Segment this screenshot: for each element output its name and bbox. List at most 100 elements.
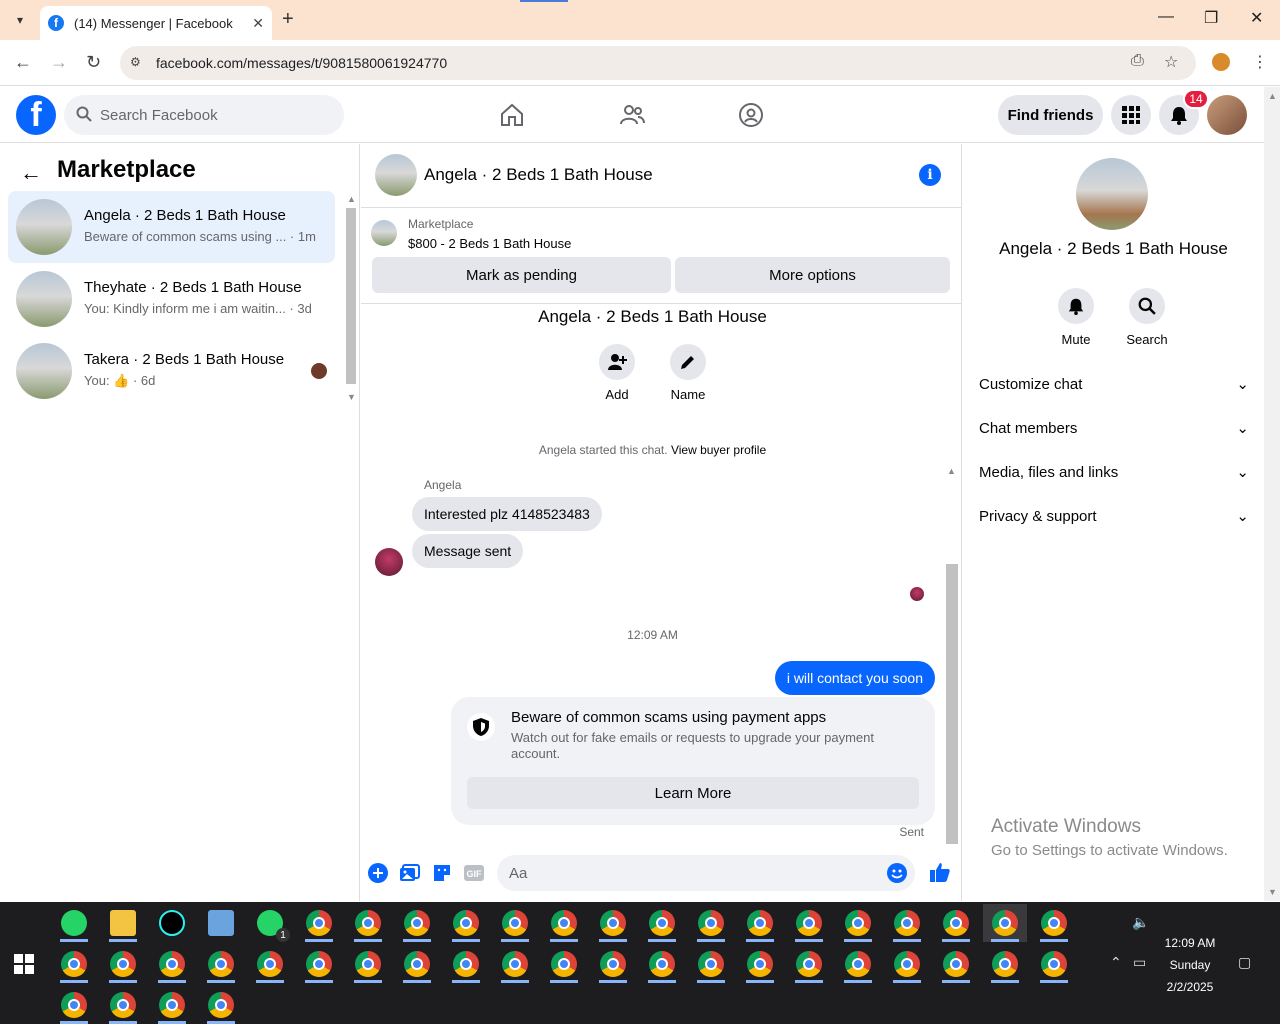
scroll-thumb[interactable] <box>946 564 958 844</box>
chrome-taskbar-icon[interactable] <box>934 904 978 942</box>
chrome-taskbar-icon[interactable] <box>640 945 684 983</box>
chrome-taskbar-icon[interactable] <box>689 904 733 942</box>
tab-search-dropdown-icon[interactable]: ▾ <box>8 8 32 32</box>
whatsapp-business-icon[interactable]: 1 <box>248 904 292 942</box>
view-buyer-profile-link[interactable]: View buyer profile <box>671 443 766 457</box>
chrome-taskbar-icon[interactable] <box>101 986 145 1024</box>
facebook-logo-icon[interactable]: f <box>16 95 56 135</box>
search-chat-action[interactable]: Search <box>1117 288 1177 347</box>
chrome-taskbar-icon[interactable] <box>885 904 929 942</box>
chrome-taskbar-icon[interactable] <box>983 945 1027 983</box>
add-people-action[interactable]: Add <box>587 344 647 402</box>
file-explorer-icon[interactable] <box>101 904 145 942</box>
reload-icon[interactable]: ↻ <box>86 52 101 73</box>
chrome-taskbar-icon[interactable] <box>1032 904 1076 942</box>
list-scrollbar[interactable]: ▲ ▼ <box>344 192 358 406</box>
chrome-taskbar-icon[interactable] <box>836 945 880 983</box>
listing-mini-thumbnail[interactable] <box>371 220 397 246</box>
chrome-taskbar-icon[interactable] <box>738 945 782 983</box>
taskbar-clock[interactable]: 12:09 AM Sunday 2/2/2025 <box>1150 932 1230 998</box>
find-friends-button[interactable]: Find friends <box>998 95 1103 135</box>
chrome-taskbar-icon[interactable] <box>444 945 488 983</box>
chrome-taskbar-icon[interactable] <box>640 904 684 942</box>
scroll-up-icon[interactable]: ▲ <box>947 466 956 476</box>
media-files-links-row[interactable]: Media, files and links ⌄ <box>979 452 1249 492</box>
new-tab-icon[interactable]: + <box>282 8 294 31</box>
chrome-taskbar-icon[interactable] <box>542 904 586 942</box>
chrome-taskbar-icon[interactable] <box>199 986 243 1024</box>
chrome-taskbar-icon[interactable] <box>101 945 145 983</box>
privacy-support-row[interactable]: Privacy & support ⌄ <box>979 496 1249 536</box>
volume-icon[interactable]: 🔈 <box>1132 914 1149 931</box>
tiktok-icon[interactable] <box>150 904 194 942</box>
chrome-taskbar-icon[interactable] <box>52 945 96 983</box>
conversation-item[interactable]: Theyhate · 2 Beds 1 Bath House You: Kind… <box>8 263 335 335</box>
chrome-taskbar-icon[interactable] <box>787 945 831 983</box>
windows-start-icon[interactable] <box>14 954 34 974</box>
remote-desktop-icon[interactable] <box>199 904 243 942</box>
sticker-icon[interactable] <box>431 862 453 884</box>
emoji-icon[interactable] <box>887 863 907 883</box>
chrome-taskbar-icon[interactable] <box>1032 945 1076 983</box>
more-options-button[interactable]: More options <box>675 257 950 293</box>
outgoing-message[interactable]: i will contact you soon <box>774 661 935 695</box>
chrome-taskbar-icon[interactable] <box>493 945 537 983</box>
page-scrollbar[interactable]: ▲ ▼ <box>1264 87 1280 901</box>
chrome-taskbar-icon[interactable] <box>493 904 537 942</box>
message-input[interactable]: Aa <box>497 855 915 891</box>
chrome-taskbar-icon[interactable] <box>395 904 439 942</box>
info-icon[interactable]: i <box>919 164 941 186</box>
scroll-up-icon[interactable]: ▲ <box>347 194 356 204</box>
chrome-taskbar-icon[interactable] <box>542 945 586 983</box>
learn-more-button[interactable]: Learn More <box>467 777 919 809</box>
back-icon[interactable]: ← <box>14 52 32 73</box>
restore-icon[interactable]: ❐ <box>1204 8 1218 28</box>
chrome-taskbar-icon[interactable] <box>689 945 733 983</box>
menu-grid-icon[interactable] <box>1111 95 1151 135</box>
scroll-thumb[interactable] <box>346 208 356 384</box>
back-arrow-icon[interactable]: ← <box>20 160 42 186</box>
url-bar[interactable]: ⚙ facebook.com/messages/t/90815800619247… <box>120 46 1196 80</box>
chat-scrollbar[interactable]: ▲ ▼ <box>944 464 960 844</box>
mute-action[interactable]: Mute <box>1046 288 1106 347</box>
chrome-taskbar-icon[interactable] <box>591 904 635 942</box>
chrome-taskbar-icon[interactable] <box>150 945 194 983</box>
chrome-taskbar-icon[interactable] <box>297 945 341 983</box>
chrome-taskbar-icon[interactable] <box>248 945 292 983</box>
chat-members-row[interactable]: Chat members ⌄ <box>979 408 1249 448</box>
chat-thumbnail[interactable] <box>375 154 417 196</box>
chrome-taskbar-icon[interactable] <box>738 904 782 942</box>
plus-circle-icon[interactable] <box>367 862 389 884</box>
home-icon[interactable] <box>496 99 528 131</box>
chrome-taskbar-icon[interactable] <box>934 945 978 983</box>
friends-icon[interactable] <box>616 99 648 131</box>
chrome-taskbar-icon[interactable] <box>787 904 831 942</box>
chrome-taskbar-icon[interactable] <box>395 945 439 983</box>
chrome-taskbar-icon[interactable] <box>297 904 341 942</box>
chrome-taskbar-icon[interactable] <box>346 904 390 942</box>
site-info-icon[interactable]: ⚙ <box>130 55 146 71</box>
network-icon[interactable]: ▭ <box>1133 954 1146 971</box>
chrome-taskbar-icon[interactable] <box>591 945 635 983</box>
window-close-icon[interactable]: ✕ <box>1250 8 1263 28</box>
listing-price[interactable]: $800 - 2 Beds 1 Bath House <box>408 236 571 251</box>
scroll-down-icon[interactable]: ▼ <box>1268 887 1277 897</box>
gif-icon[interactable]: GIF <box>463 862 485 884</box>
scroll-up-icon[interactable]: ▲ <box>1268 91 1277 101</box>
forward-icon[interactable]: → <box>50 52 68 73</box>
mark-as-pending-button[interactable]: Mark as pending <box>372 257 671 293</box>
sender-avatar[interactable] <box>375 548 403 576</box>
chat-info-thumbnail[interactable] <box>1076 158 1148 230</box>
chrome-taskbar-icon[interactable] <box>346 945 390 983</box>
browser-menu-icon[interactable]: ⋮ <box>1252 52 1268 72</box>
like-send-icon[interactable] <box>928 860 952 884</box>
chrome-taskbar-icon[interactable] <box>52 986 96 1024</box>
scroll-down-icon[interactable]: ▼ <box>347 392 356 402</box>
whatsapp-icon[interactable] <box>52 904 96 942</box>
show-hidden-icons-icon[interactable]: ⌃ <box>1110 954 1122 971</box>
close-tab-icon[interactable]: ✕ <box>252 15 264 32</box>
chrome-taskbar-icon-active[interactable] <box>983 904 1027 942</box>
install-app-icon[interactable]: ⎙ <box>1131 52 1144 70</box>
notification-center-icon[interactable]: ▢ <box>1238 954 1251 971</box>
chrome-taskbar-icon[interactable] <box>836 904 880 942</box>
